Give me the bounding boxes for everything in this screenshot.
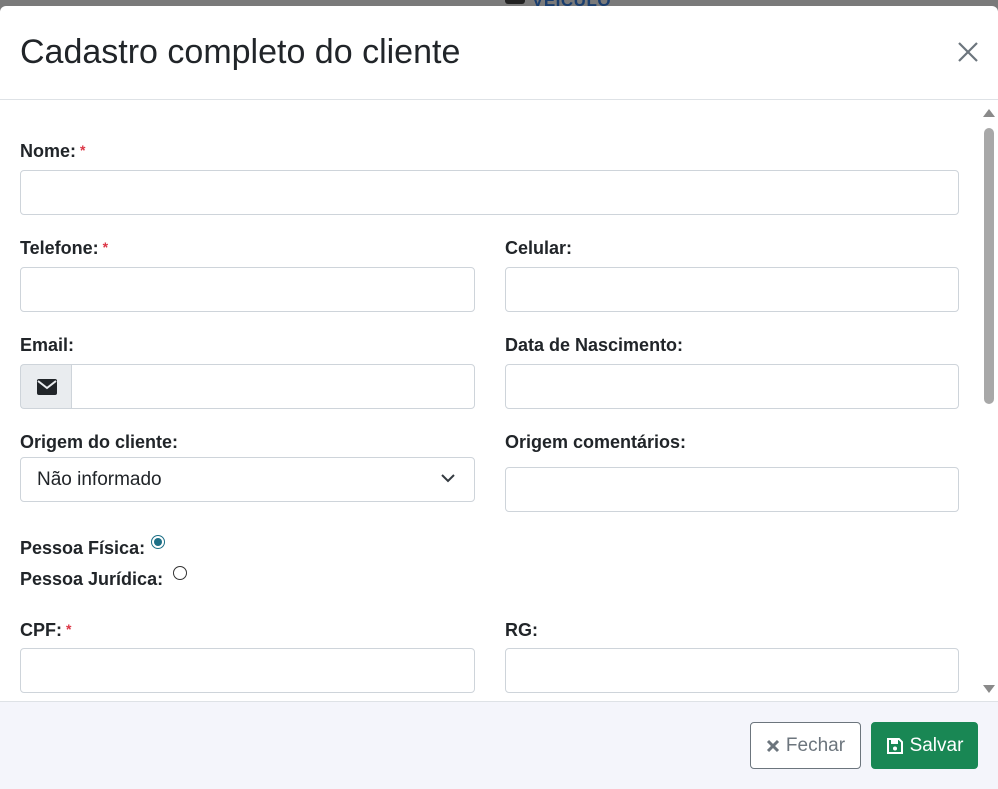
scrollbar-thumb[interactable]	[984, 128, 994, 404]
envelope-icon	[37, 379, 57, 395]
telefone-label: Telefone: *	[20, 238, 108, 259]
pessoa-juridica-radio[interactable]	[173, 566, 187, 580]
required-mark: *	[102, 239, 109, 255]
nome-label-text: Nome:	[20, 141, 77, 161]
rg-input[interactable]	[505, 648, 959, 693]
email-input[interactable]	[71, 364, 475, 409]
required-mark: *	[80, 142, 86, 158]
rg-label: RG:	[505, 620, 538, 640]
nascimento-input[interactable]	[505, 364, 959, 409]
close-button-label: Fechar	[785, 734, 846, 756]
required-mark: *	[66, 621, 72, 637]
modal-header: Cadastro completo do cliente	[0, 6, 998, 100]
email-addon	[20, 364, 72, 409]
celular-label: Celular:	[505, 238, 573, 258]
save-button[interactable]: Salvar	[871, 722, 978, 769]
nascimento-label: Data de Nascimento:	[505, 335, 684, 355]
scroll-up-icon[interactable]	[982, 108, 996, 118]
scrollbar[interactable]	[980, 100, 998, 700]
scroll-down-icon[interactable]	[982, 684, 996, 694]
pessoa-fisica-label: Pessoa Física:	[20, 538, 146, 558]
chevron-down-icon	[441, 474, 455, 483]
cpf-input[interactable]	[20, 648, 475, 693]
origem-select-value: Não informado	[37, 469, 162, 490]
close-icon[interactable]	[952, 36, 984, 68]
origem-comentarios-input[interactable]	[505, 467, 959, 512]
origem-select[interactable]: Não informado	[20, 457, 475, 502]
save-icon	[886, 737, 903, 754]
origem-label: Origem do cliente:	[20, 432, 179, 452]
origem-comentarios-label: Origem comentários:	[505, 432, 687, 452]
email-label: Email:	[20, 335, 75, 355]
modal-body: Nome: * Telefone: * Celular: Email: Data d…	[0, 100, 998, 700]
nome-input[interactable]	[20, 170, 959, 215]
save-button-label: Salvar	[909, 734, 964, 756]
cpf-label: CPF: *	[20, 620, 71, 641]
car-icon	[505, 0, 525, 4]
cpf-label-text: CPF:	[20, 620, 62, 640]
pessoa-fisica-radio[interactable]	[151, 535, 165, 549]
modal-footer: Fechar Salvar	[0, 701, 998, 789]
times-icon	[766, 739, 779, 752]
client-modal: Cadastro completo do cliente Nome: * Tele…	[0, 6, 998, 789]
telefone-label-text: Telefone:	[20, 238, 99, 258]
nome-label: Nome: *	[20, 141, 85, 162]
telefone-input[interactable]	[20, 267, 475, 312]
close-button[interactable]: Fechar	[750, 722, 861, 769]
modal-title: Cadastro completo do cliente	[20, 33, 461, 71]
pessoa-juridica-label: Pessoa Jurídica:	[20, 569, 164, 589]
celular-input[interactable]	[505, 267, 959, 312]
